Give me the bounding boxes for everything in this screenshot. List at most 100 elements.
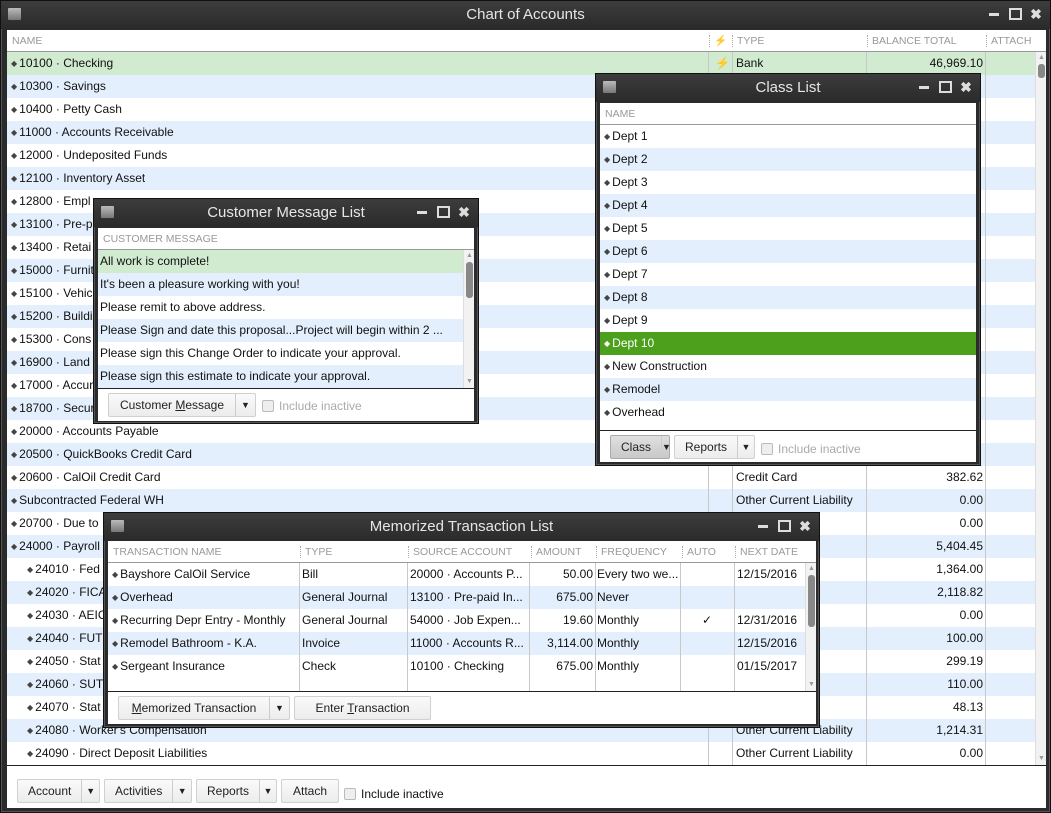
accounts-header: NAME ⚡ TYPE BALANCE TOTAL ATTACH (7, 30, 1046, 52)
main-titlebar[interactable]: Chart of Accounts ✖ (1, 1, 1050, 29)
col-amount[interactable]: AMOUNT (531, 541, 582, 563)
memorized-frequency: Monthly (597, 659, 640, 673)
memorized-source: 11000 · Accounts R... (410, 636, 524, 650)
class-row[interactable]: ◆ Dept 10 (600, 332, 976, 355)
close-icon[interactable]: ✖ (458, 199, 470, 227)
diamond-icon: ◆ (604, 316, 611, 325)
customer-message-menu-button[interactable]: Customer Message ▼ (108, 393, 256, 417)
minimize-icon[interactable] (416, 199, 428, 227)
diamond-icon: ◆ (11, 450, 18, 459)
reports-menu-button[interactable]: Reports ▼ (196, 779, 277, 803)
close-icon[interactable]: ✖ (799, 513, 811, 541)
window-menu-icon[interactable] (8, 8, 21, 20)
class-row[interactable]: ◆ Dept 1 (600, 125, 976, 148)
customer-message-row[interactable]: All work is complete! (98, 250, 463, 273)
memorized-row[interactable]: ◆ Remodel Bathroom - K.A. Invoice 11000 · A… (108, 632, 805, 655)
class-name: ◆ Dept 10 (604, 336, 655, 350)
customer-message-scrollbar[interactable]: ▲ ▼ (463, 250, 474, 388)
col-source-account[interactable]: SOURCE ACCOUNT (408, 541, 512, 563)
account-row[interactable]: ◆ 24090 · Direct Deposit Liabilities Other… (7, 742, 1035, 765)
account-balance: 0.00 (959, 746, 983, 760)
account-name: ◆ 17000 · Accur (11, 378, 94, 392)
col-class-name[interactable]: NAME (600, 103, 635, 125)
class-row[interactable]: ◆ Remodel (600, 378, 976, 401)
account-menu-button[interactable]: Account ▼ (17, 779, 100, 803)
memorized-amount: 675.00 (556, 590, 593, 604)
class-name: ◆ Dept 3 (604, 175, 648, 189)
col-next-date[interactable]: NEXT DATE (735, 541, 798, 563)
class-menu-button[interactable]: Class ▼ (610, 435, 671, 459)
class-row[interactable]: ◆ Overhead (600, 401, 976, 424)
memorized-scrollbar[interactable]: ▲ ▼ (805, 563, 816, 691)
account-name: ◆ 13400 · Retai (11, 240, 92, 254)
maximize-icon[interactable] (1009, 1, 1022, 29)
class-row[interactable]: ◆ Dept 6 (600, 240, 976, 263)
col-online-icon[interactable]: ⚡ (709, 30, 727, 52)
memorized-source: 54000 · Job Expen... (410, 613, 521, 627)
accounts-scrollbar[interactable]: ▲ ▼ (1035, 52, 1046, 765)
memorized-row[interactable]: ◆ Bayshore CalOil Service Bill 20000 · Acco… (108, 563, 805, 586)
account-balance: 382.62 (946, 470, 983, 484)
maximize-icon[interactable] (778, 513, 791, 541)
diamond-icon: ◆ (604, 178, 611, 187)
col-balance[interactable]: BALANCE TOTAL (867, 30, 957, 52)
class-row[interactable]: ◆ Dept 8 (600, 286, 976, 309)
customer-message-row[interactable]: It's been a pleasure working with you! (98, 273, 463, 296)
reports-menu-button[interactable]: Reports ▼ (674, 435, 755, 459)
account-balance: 0.00 (959, 516, 983, 530)
class-row[interactable]: ◆ Dept 4 (600, 194, 976, 217)
col-attach[interactable]: ATTACH (986, 30, 1031, 52)
customer-message-row[interactable]: Please sign this Change Order to indicat… (98, 342, 463, 365)
account-balance: 299.19 (946, 654, 983, 668)
memorized-row[interactable]: ◆ Overhead General Journal 13100 · Pre-paid… (108, 586, 805, 609)
customer-message-titlebar[interactable]: Customer Message List ✖ (94, 199, 478, 227)
col-name[interactable]: NAME (7, 30, 42, 52)
customer-message-row[interactable]: Please sign this estimate to indicate yo… (98, 365, 463, 388)
minimize-icon[interactable] (757, 513, 769, 541)
col-frequency[interactable]: FREQUENCY (596, 541, 667, 563)
customer-message-row[interactable]: Please remit to above address. (98, 296, 463, 319)
include-inactive-checkbox[interactable]: Include inactive (761, 442, 861, 456)
memorized-row[interactable]: ◆ Recurring Depr Entry - Monthly General J… (108, 609, 805, 632)
account-row[interactable]: ◆ 10100 · Checking ⚡ Bank 46,969.10 (7, 52, 1035, 75)
account-name: ◆ 13100 · Pre-p (11, 217, 93, 231)
maximize-icon[interactable] (437, 199, 450, 227)
minimize-icon[interactable] (918, 74, 930, 102)
enter-transaction-button[interactable]: Enter Transaction (294, 696, 431, 720)
diamond-icon: ◆ (27, 749, 34, 758)
class-row[interactable]: ◆ Dept 2 (600, 148, 976, 171)
minimize-icon[interactable] (988, 1, 1000, 29)
close-icon[interactable]: ✖ (960, 74, 972, 102)
account-name: ◆ 16900 · Land (11, 355, 90, 369)
include-inactive-checkbox[interactable]: Include inactive (344, 787, 444, 801)
close-icon[interactable]: ✖ (1030, 1, 1042, 29)
col-type[interactable]: TYPE (732, 30, 764, 52)
class-row[interactable]: ◆ New Construction (600, 355, 976, 378)
class-row[interactable]: ◆ Dept 3 (600, 171, 976, 194)
account-row[interactable]: ◆ 20600 · CalOil Credit Card Credit Card 38… (7, 466, 1035, 489)
account-name: ◆ 20600 · CalOil Credit Card (11, 470, 161, 484)
class-row[interactable]: ◆ Dept 7 (600, 263, 976, 286)
account-balance: 100.00 (946, 631, 983, 645)
col-transaction-name[interactable]: TRANSACTION NAME (108, 541, 222, 563)
col-type[interactable]: TYPE (300, 541, 332, 563)
class-row[interactable]: ◆ Dept 5 (600, 217, 976, 240)
memorized-transaction-menu-button[interactable]: Memorized Transaction ▼ (118, 696, 290, 720)
maximize-icon[interactable] (939, 74, 952, 102)
memorized-titlebar[interactable]: Memorized Transaction List ✖ (104, 513, 819, 541)
col-auto[interactable]: AUTO (682, 541, 716, 563)
diamond-icon: ◆ (11, 82, 18, 91)
attach-button[interactable]: Attach (281, 779, 339, 803)
include-inactive-checkbox[interactable]: Include inactive (262, 399, 362, 413)
account-name: ◆ 12100 · Inventory Asset (11, 171, 146, 185)
class-name: ◆ Overhead (604, 405, 665, 419)
customer-message-text: Please sign this estimate to indicate yo… (100, 369, 371, 383)
col-customer-message[interactable]: CUSTOMER MESSAGE (98, 228, 218, 250)
class-row[interactable]: ◆ Dept 9 (600, 309, 976, 332)
class-name: ◆ Dept 1 (604, 129, 648, 143)
account-row[interactable]: ◆ Subcontracted Federal WH Other Current L… (7, 489, 1035, 512)
activities-menu-button[interactable]: Activities ▼ (104, 779, 192, 803)
customer-message-row[interactable]: Please Sign and date this proposal...Pro… (98, 319, 463, 342)
memorized-row[interactable]: ◆ Sergeant Insurance Check 10100 · Checking… (108, 655, 805, 678)
class-list-titlebar[interactable]: Class List ✖ (596, 74, 980, 102)
